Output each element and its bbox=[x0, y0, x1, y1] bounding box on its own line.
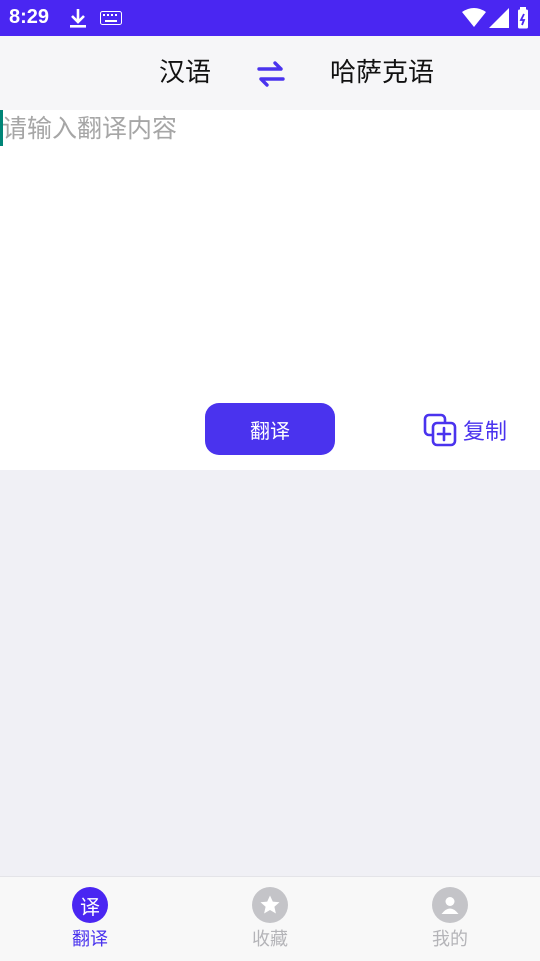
source-language[interactable]: 汉语 bbox=[159, 56, 211, 90]
user-icon bbox=[432, 887, 468, 923]
battery-icon bbox=[517, 0, 529, 36]
status-time: 8:29 bbox=[9, 6, 50, 28]
tab-label-translate: 翻译 bbox=[72, 929, 108, 950]
download-icon bbox=[68, 0, 88, 36]
tab-translate[interactable]: 译 翻译 bbox=[30, 877, 150, 961]
cell-signal-icon bbox=[489, 0, 509, 36]
tab-favorites[interactable]: 收藏 bbox=[210, 877, 330, 961]
status-bar: 8:29 bbox=[0, 0, 540, 36]
bottom-tab-bar: 译 翻译 收藏 我的 bbox=[0, 876, 540, 961]
copy-label: 复制 bbox=[463, 420, 508, 445]
tab-label-profile: 我的 bbox=[432, 929, 468, 950]
swap-languages-icon[interactable] bbox=[255, 58, 287, 90]
translate-panel: 翻译 复制 bbox=[0, 110, 540, 470]
tab-profile[interactable]: 我的 bbox=[390, 877, 510, 961]
star-icon bbox=[252, 887, 288, 923]
target-language[interactable]: 哈萨克语 bbox=[330, 56, 434, 90]
wifi-icon bbox=[462, 0, 486, 36]
translate-input[interactable] bbox=[2, 110, 522, 380]
copy-button[interactable]: 复制 bbox=[423, 412, 507, 448]
translate-tab-icon: 译 bbox=[72, 887, 108, 923]
copy-icon bbox=[423, 413, 457, 447]
keyboard-icon bbox=[100, 0, 122, 36]
tab-label-favorites: 收藏 bbox=[252, 929, 288, 950]
translate-button[interactable]: 翻译 bbox=[205, 403, 335, 455]
language-bar: 汉语 哈萨克语 bbox=[0, 36, 540, 110]
